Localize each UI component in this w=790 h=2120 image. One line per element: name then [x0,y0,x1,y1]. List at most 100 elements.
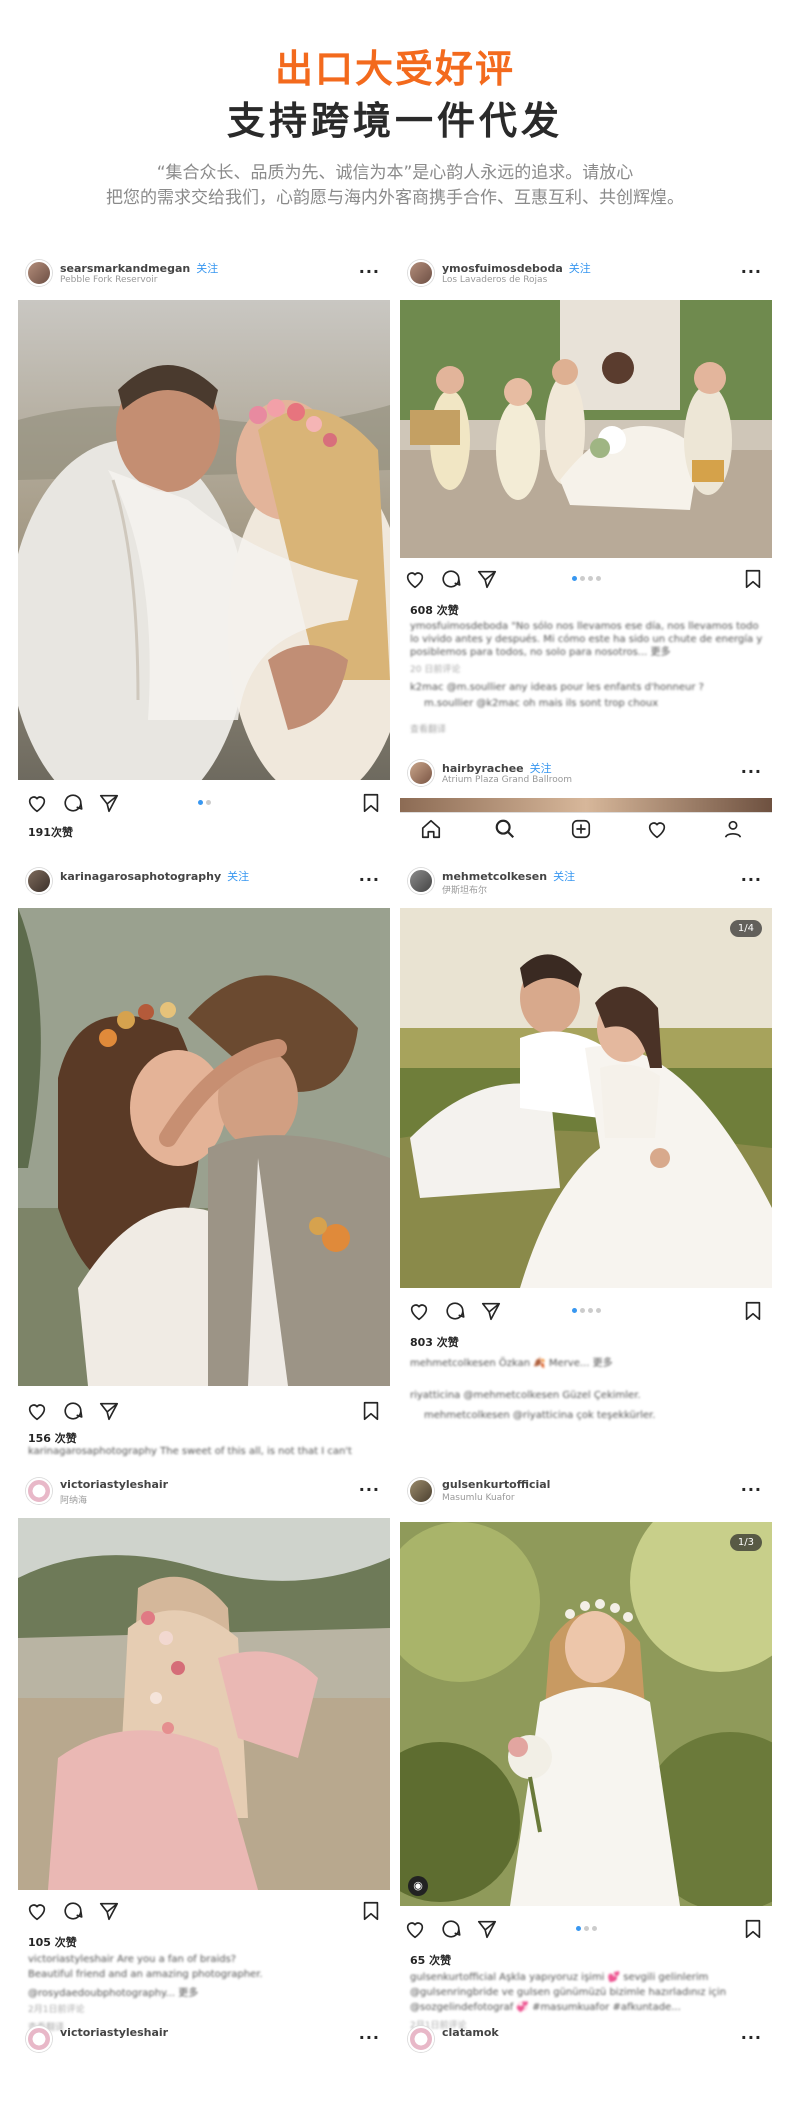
bookmark-icon[interactable] [742,568,764,590]
share-icon[interactable] [98,792,120,814]
more-options-icon[interactable]: ... [741,758,762,777]
heart-icon[interactable] [26,1400,48,1422]
comment-icon[interactable] [62,1400,84,1422]
comment-icon[interactable] [440,568,462,590]
comment-text: @rosydaedoubphotography... 更多 [28,1988,199,1999]
bookmark-icon[interactable] [360,1400,382,1422]
post-actions [18,786,390,820]
like-count[interactable]: 65 次赞 [410,1952,451,1968]
share-icon[interactable] [98,1400,120,1422]
post-username[interactable]: victoriastyleshair [60,2026,168,2039]
comment-icon[interactable] [62,1900,84,1922]
more-options-icon[interactable]: ... [741,1476,762,1495]
post-username[interactable]: hairbyrachee 关注 [442,760,552,776]
heart-icon[interactable] [408,1300,430,1322]
comment-icon[interactable] [62,792,84,814]
hero-title: 出口大受好评 [274,47,515,91]
follow-link[interactable]: 关注 [553,870,575,883]
avatar[interactable] [26,1478,52,1504]
comment-icon[interactable] [444,1300,466,1322]
post-location[interactable]: 伊斯坦布尔 [442,883,487,896]
avatar[interactable] [408,760,434,786]
more-options-icon[interactable]: ... [359,2024,380,2043]
carousel-dots [570,576,602,581]
heart-icon[interactable] [26,1900,48,1922]
follow-link[interactable]: 关注 [569,262,591,275]
like-count[interactable]: 191次赞 [28,824,73,840]
profile-icon[interactable] [722,818,744,840]
post-username[interactable]: victoriastyleshair [60,1478,168,1491]
search-icon[interactable] [494,818,516,840]
more-options-icon[interactable]: ... [741,2024,762,2043]
follow-link[interactable]: 关注 [227,870,249,883]
hero-subtitle: 支持跨境一件代发 [226,99,563,143]
bookmark-icon[interactable] [742,1300,764,1322]
more-options-icon[interactable]: ... [741,866,762,885]
bookmark-icon[interactable] [742,1918,764,1940]
post-username[interactable]: gulsenkurtofficial [442,1478,550,1491]
comment-text: Beautiful friend and an amazing photogra… [28,1969,263,1980]
avatar[interactable] [408,2026,434,2052]
follow-link[interactable]: 关注 [530,762,552,775]
like-count[interactable]: 156 次赞 [28,1430,77,1446]
bookmark-icon[interactable] [360,792,382,814]
post-photo[interactable] [18,908,390,1386]
avatar[interactable] [408,868,434,894]
avatar[interactable] [26,2026,52,2052]
avatar[interactable] [26,260,52,286]
post-location[interactable]: 阿纳海 [60,1493,87,1506]
post-actions [400,1912,772,1946]
carousel-counter: 1/4 [729,920,762,937]
avatar[interactable] [408,1478,434,1504]
post-username[interactable]: mehmetcolkesen 关注 [442,868,575,884]
more-options-icon[interactable]: ... [359,258,380,277]
share-icon[interactable] [480,1300,502,1322]
post-card: victoriastyleshair 阿纳海 ... 105 次赞 victor… [18,1470,390,2060]
share-icon[interactable] [476,568,498,590]
like-count[interactable]: 608 次赞 [410,602,459,618]
post-username[interactable]: clatamok [442,2026,499,2039]
avatar[interactable] [26,868,52,894]
post-location[interactable]: Masumlu Kuafor [442,1493,515,1503]
more-options-icon[interactable]: ... [359,866,380,885]
post-header: clatamok ... [400,2018,772,2058]
carousel-dots [570,1308,602,1313]
post-card: gulsenkurtofficial Masumlu Kuafor ... 1/… [400,1470,772,2060]
add-post-icon[interactable] [570,818,592,840]
post-username[interactable]: searsmarkandmegan 关注 [60,260,218,276]
post-location[interactable]: Pebble Fork Reservoir [60,275,157,285]
share-icon[interactable] [476,1918,498,1940]
avatar[interactable] [408,260,434,286]
home-icon[interactable] [420,818,442,840]
post-username[interactable]: ymosfuimosdebodа 关注 [442,260,591,276]
like-count[interactable]: 803 次赞 [410,1334,459,1350]
like-count[interactable]: 105 次赞 [28,1934,77,1950]
follow-link[interactable]: 关注 [196,262,218,275]
comment-text: @gulsenringbride ve gulsen günümüzü bizi… [410,1987,727,1998]
carousel-dots [196,800,212,805]
post-location[interactable]: Atrium Plaza Grand Ballroom [442,775,572,785]
comment-text: gulsenkurtofficial Aşkla yapıyoruz işimi… [410,1972,709,1983]
comment-icon[interactable] [440,1918,462,1940]
heart-icon[interactable] [404,568,426,590]
more-options-icon[interactable]: ... [741,258,762,277]
post-header: searsmarkandmegan 关注 Pebble Fork Reservoi… [18,252,390,292]
more-options-icon[interactable]: ... [359,1476,380,1495]
comment-meta: 2月1日前评论 [28,2005,85,2015]
post-photo[interactable] [400,300,772,558]
share-icon[interactable] [98,1900,120,1922]
post-photo[interactable] [18,300,390,780]
post-photo[interactable] [18,1518,390,1890]
heart-icon[interactable] [26,792,48,814]
post-location[interactable]: Los Lavaderos de Rojas [442,275,547,285]
post-username[interactable]: karinagarosaphotography 关注 [60,868,249,884]
post-photo[interactable]: 1/4 [400,908,772,1288]
post-card: ymosfuimosdebodа 关注 Los Lavaderos de Roja… [400,252,772,812]
tagged-people-icon[interactable]: ◉ [408,1876,428,1896]
heart-icon[interactable] [404,1918,426,1940]
post-actions [400,1294,772,1328]
bookmark-icon[interactable] [360,1900,382,1922]
next-photo-strip [400,798,772,812]
activity-heart-icon[interactable] [646,818,668,840]
post-photo[interactable]: 1/3 ◉ [400,1522,772,1906]
